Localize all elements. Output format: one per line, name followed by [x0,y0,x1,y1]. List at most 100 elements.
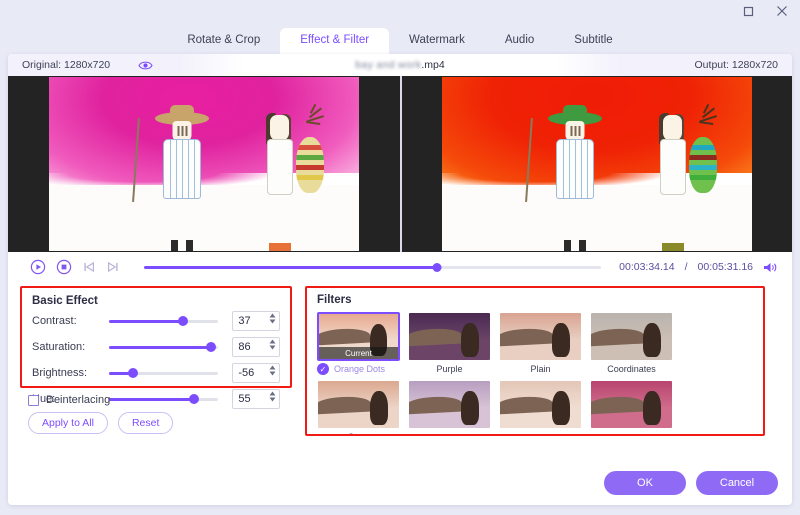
saturation-decrement-icon[interactable] [269,345,276,350]
brightness-input[interactable] [233,367,264,379]
filter-thumbnail-art [591,313,672,360]
tab-watermark[interactable]: Watermark [389,28,485,55]
hue-increment-icon[interactable] [269,391,276,396]
filter-item[interactable]: Stars [317,380,400,434]
brightness-row: Brightness: [32,361,280,385]
filter-item[interactable]: Purple [408,312,491,374]
filter-item[interactable] [499,380,582,434]
hue-decrement-icon[interactable] [269,397,276,402]
filters-grid: Current ✓ Orange Dots Purple Plain Coordinate… [317,312,763,434]
filter-item[interactable]: Plain [499,312,582,374]
filters-panel: Filters Current ✓ Orange Dots Purple Plain Co… [305,286,765,436]
cancel-button[interactable]: Cancel [696,471,778,495]
tab-audio[interactable]: Audio [485,28,554,55]
eye-icon[interactable] [138,60,153,71]
apply-to-all-button[interactable]: Apply to All [28,412,108,434]
effect-action-buttons: Apply to All Reset [28,412,174,434]
artwork-figure-woman-output [655,104,717,251]
saturation-input[interactable] [233,341,264,353]
progress-knob[interactable] [432,262,442,272]
play-icon[interactable] [30,259,46,275]
playback-controls: 00:03:34.14 / 00:05:31.16 [8,252,792,282]
original-preview-frame [49,77,359,251]
saturation-row: Saturation: [32,335,280,359]
file-name: bay and work .mp4 [355,59,444,71]
artwork-figure-woman-original [262,104,324,251]
filter-item[interactable] [590,380,673,434]
filter-thumbnail-art [500,313,581,360]
filter-thumbnail[interactable] [317,380,400,429]
filter-label: Coordinates [607,364,656,374]
contrast-input[interactable] [233,315,264,327]
basic-effect-title: Basic Effect [32,295,98,307]
brightness-slider[interactable] [109,366,219,380]
filter-thumbnail-art [591,381,672,428]
filter-thumbnail-art [409,381,490,428]
title-bar [0,0,800,22]
brightness-stepper[interactable] [232,363,280,383]
filter-thumbnail[interactable] [408,380,491,429]
artwork-figure-man-output [525,104,606,251]
maximize-icon[interactable] [740,3,756,19]
saturation-slider[interactable] [109,340,219,354]
tab-subtitle[interactable]: Subtitle [554,28,632,55]
filter-label: Plain [530,364,551,374]
output-preview-frame [442,77,752,251]
contrast-decrement-icon[interactable] [269,319,276,324]
ok-button[interactable]: OK [604,471,686,495]
filter-thumbnail[interactable] [590,380,673,429]
total-time: 00:05:31.16 [697,261,753,273]
deinterlacing-checkbox[interactable]: Deinterlacing [28,394,110,406]
filter-thumbnail[interactable] [499,380,582,429]
contrast-increment-icon[interactable] [269,313,276,318]
volume-icon[interactable] [763,261,778,274]
filter-label: ✓ Orange Dots [317,363,400,375]
filter-item[interactable]: Current ✓ Orange Dots [317,312,400,375]
tab-bar: Rotate & Crop Effect & Filter Watermark … [0,22,800,54]
filter-thumbnail-art [318,381,399,428]
hue-slider[interactable] [109,392,219,406]
saturation-label: Saturation: [32,341,86,353]
filter-thumbnail[interactable] [408,312,491,361]
filter-thumbnail[interactable] [499,312,582,361]
filter-thumbnail-art [500,381,581,428]
brightness-decrement-icon[interactable] [269,371,276,376]
hue-stepper[interactable] [232,389,280,409]
brightness-label: Brightness: [32,367,88,379]
tab-effect-filter[interactable]: Effect & Filter [280,27,390,54]
playback-progress-slider[interactable] [144,260,602,274]
deinterlacing-checkbox-box[interactable] [28,394,39,406]
contrast-slider[interactable] [109,314,219,328]
contrast-row: Contrast: [32,309,280,333]
stop-icon[interactable] [56,259,72,275]
hue-input[interactable] [233,393,264,405]
contrast-stepper[interactable] [232,311,280,331]
original-resolution-label: Original: 1280x720 [22,59,111,71]
deinterlacing-label: Deinterlacing [46,394,111,406]
filter-thumbnail-art [409,313,490,360]
saturation-increment-icon[interactable] [269,339,276,344]
current-filter-badge: Current [319,347,398,359]
current-time: 00:03:34.14 [619,261,675,273]
contrast-label: Contrast: [32,315,77,327]
saturation-stepper[interactable] [232,337,280,357]
progress-fill [144,266,437,269]
reset-button[interactable]: Reset [117,412,174,434]
previous-frame-icon[interactable] [82,260,96,274]
filters-title: Filters [317,294,352,306]
close-icon[interactable] [774,3,790,19]
filter-item[interactable] [408,380,491,434]
artwork-backpack-original [295,137,324,194]
filter-thumbnail[interactable] [590,312,673,361]
next-frame-icon[interactable] [106,260,120,274]
output-preview [400,76,792,252]
filter-thumbnail[interactable]: Current [317,312,400,361]
brightness-increment-icon[interactable] [269,365,276,370]
file-name-extension: .mp4 [421,59,445,71]
artwork-figure-man-original [132,104,213,251]
filter-item[interactable]: Coordinates [590,312,673,374]
tab-rotate-crop[interactable]: Rotate & Crop [167,28,280,55]
preview-area [8,76,792,252]
output-resolution-label: Output: 1280x720 [694,59,778,71]
artwork-backpack-output [688,137,717,194]
